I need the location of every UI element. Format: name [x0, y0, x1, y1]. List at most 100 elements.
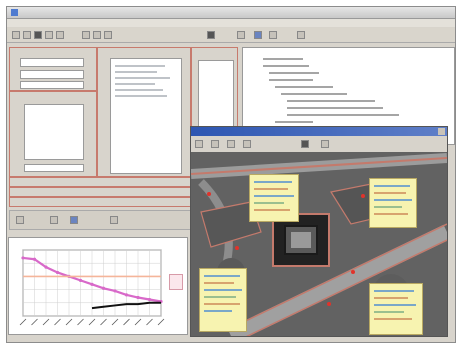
info-note[interactable]	[249, 174, 299, 222]
map-toolbar	[191, 136, 447, 152]
list-panel	[97, 47, 191, 177]
options-panel	[9, 91, 97, 177]
x-tick-mark	[157, 318, 165, 326]
note-line	[374, 192, 406, 194]
info-note[interactable]	[199, 268, 247, 332]
note-line	[374, 290, 414, 292]
map-marker[interactable]	[361, 194, 365, 198]
note-line	[374, 297, 408, 299]
menu-item[interactable]	[45, 19, 55, 27]
toolbar-button[interactable]	[269, 31, 277, 39]
list-item[interactable]	[115, 89, 163, 91]
toolbar-button[interactable]	[207, 31, 215, 39]
map-marker[interactable]	[235, 246, 239, 250]
note-line	[254, 209, 290, 211]
code-line	[263, 58, 303, 60]
data-point	[32, 257, 37, 261]
toolbar-button[interactable]	[301, 140, 309, 148]
list-item[interactable]	[115, 71, 157, 73]
window-titlebar[interactable]	[7, 7, 455, 19]
toolbar-button[interactable]	[45, 31, 53, 39]
code-line	[275, 86, 333, 88]
x-tick-mark	[123, 318, 130, 326]
map-window	[190, 126, 448, 337]
properties-panel	[9, 47, 97, 91]
code-line	[275, 121, 313, 123]
x-tick-mark	[134, 318, 142, 326]
graph-toolbar	[9, 210, 191, 230]
note-line	[374, 213, 408, 215]
x-tick-mark	[111, 318, 119, 326]
list-item[interactable]	[115, 77, 170, 79]
list-box[interactable]	[24, 104, 84, 160]
note-line	[204, 296, 236, 298]
data-point	[44, 265, 48, 269]
layer-list[interactable]	[198, 60, 234, 128]
x-tick-mark	[146, 318, 153, 326]
toolbar-button[interactable]	[227, 140, 235, 148]
info-note[interactable]	[369, 283, 423, 335]
menu-item[interactable]	[62, 19, 72, 27]
menu-item[interactable]	[113, 19, 123, 27]
note-line	[204, 282, 234, 284]
toolbar-button[interactable]	[12, 31, 20, 39]
menu-item[interactable]	[164, 19, 174, 27]
list-item[interactable]	[115, 95, 167, 97]
menu-bar	[7, 19, 455, 27]
map-window-titlebar[interactable]	[191, 127, 447, 136]
menu-item[interactable]	[130, 19, 140, 27]
toolbar-button[interactable]	[211, 140, 219, 148]
main-toolbar	[7, 28, 455, 43]
status-row	[9, 187, 191, 197]
list-item[interactable]	[115, 65, 165, 67]
data-point	[113, 289, 117, 293]
input-field[interactable]	[20, 81, 84, 89]
toolbar-button[interactable]	[82, 31, 90, 39]
toolbar-button[interactable]	[104, 31, 112, 39]
data-point	[147, 297, 152, 302]
input-field[interactable]	[20, 58, 84, 67]
app-icon	[11, 9, 18, 16]
data-point	[55, 270, 60, 275]
toolbar-button[interactable]	[16, 216, 24, 224]
data-point	[78, 278, 83, 282]
menu-item[interactable]	[28, 19, 38, 27]
input-field[interactable]	[20, 70, 84, 79]
toolbar-button[interactable]	[195, 140, 203, 148]
close-icon[interactable]	[438, 128, 445, 135]
map-marker[interactable]	[351, 270, 355, 274]
screenshot-frame	[0, 0, 463, 349]
code-line	[269, 72, 319, 74]
toolbar-button[interactable]	[70, 216, 78, 224]
note-line	[254, 195, 294, 197]
toolbar-button[interactable]	[50, 216, 58, 224]
toolbar-button[interactable]	[23, 31, 31, 39]
toolbar-button[interactable]	[297, 31, 305, 39]
menu-item[interactable]	[147, 19, 157, 27]
x-tick-mark	[100, 318, 107, 326]
note-line	[254, 181, 292, 183]
map-marker[interactable]	[327, 302, 331, 306]
menu-item[interactable]	[79, 19, 89, 27]
x-tick-mark	[31, 318, 38, 326]
graph-legend	[169, 274, 183, 290]
time-series-graph	[8, 237, 188, 335]
menu-item[interactable]	[11, 19, 21, 27]
note-line	[374, 206, 402, 208]
toolbar-button[interactable]	[254, 31, 262, 39]
input-field[interactable]	[24, 164, 84, 172]
list-item[interactable]	[115, 83, 155, 85]
item-list[interactable]	[110, 58, 182, 174]
toolbar-button[interactable]	[110, 216, 118, 224]
note-line	[374, 311, 404, 313]
menu-item[interactable]	[96, 19, 106, 27]
map-marker[interactable]	[207, 192, 211, 196]
toolbar-button[interactable]	[34, 31, 42, 39]
note-line	[254, 202, 284, 204]
toolbar-button[interactable]	[93, 31, 101, 39]
toolbar-button[interactable]	[243, 140, 251, 148]
toolbar-button[interactable]	[321, 140, 329, 148]
toolbar-button[interactable]	[237, 31, 245, 39]
toolbar-button[interactable]	[56, 31, 64, 39]
info-note[interactable]	[369, 178, 417, 228]
